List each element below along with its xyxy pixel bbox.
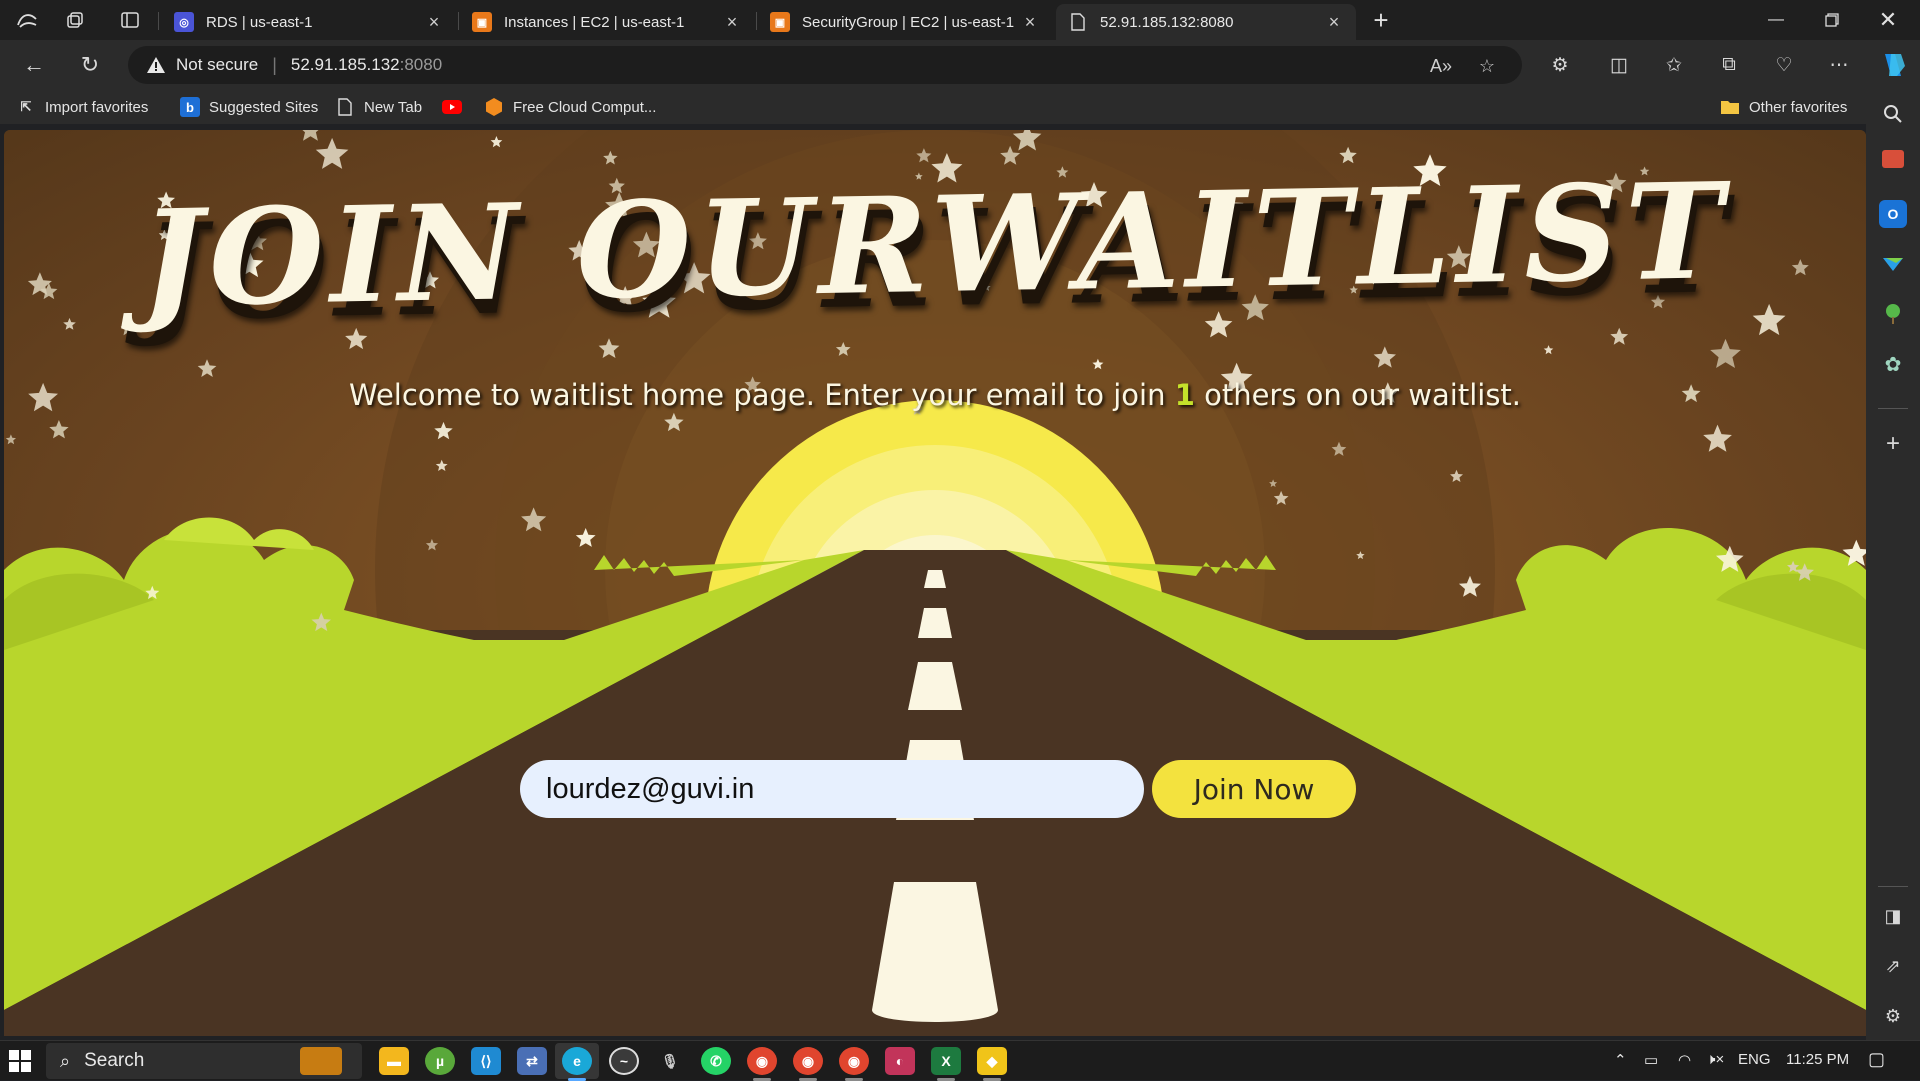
minimize-button[interactable]: —: [1748, 0, 1804, 40]
external-link-icon[interactable]: ⇗: [1879, 952, 1907, 980]
chrome-icon[interactable]: ◉: [747, 1047, 777, 1075]
close-icon[interactable]: ×: [722, 12, 742, 33]
favorite-new-tab[interactable]: New Tab: [335, 96, 422, 118]
collections-icon[interactable]: ⧉: [1714, 50, 1744, 80]
import-icon: ⇱: [20, 99, 32, 114]
close-icon[interactable]: ×: [1324, 12, 1344, 33]
workspaces-icon[interactable]: [62, 8, 88, 32]
new-tab-button[interactable]: +: [1366, 6, 1396, 36]
rds-icon: ◎: [174, 12, 194, 32]
favorite-import[interactable]: ⇱ Import favorites: [16, 96, 149, 118]
close-icon[interactable]: ×: [424, 12, 444, 33]
git-icon[interactable]: ◆: [977, 1047, 1007, 1075]
favorite-star-icon[interactable]: ☆: [1474, 55, 1500, 77]
split-screen-icon[interactable]: ◫: [1604, 50, 1634, 80]
excel-icon[interactable]: X: [931, 1047, 961, 1075]
aws-ec2-icon: ▣: [770, 12, 790, 32]
back-button[interactable]: ←: [18, 50, 50, 80]
page-icon: [335, 97, 355, 117]
email-input[interactable]: [520, 760, 1144, 818]
volume-muted-icon[interactable]: 🕨×: [1706, 1051, 1724, 1068]
battery-icon[interactable]: ▭: [1644, 1051, 1658, 1069]
waitlist-page: JOIN OURWAITLIST Welcome to waitlist hom…: [4, 130, 1866, 1036]
favorite-other-favorites[interactable]: Other favorites: [1720, 96, 1847, 118]
tab-ec2-instances[interactable]: ▣ Instances | EC2 | us-east-1 ×: [460, 4, 754, 40]
favorite-youtube[interactable]: [442, 96, 471, 118]
windows-start-icon[interactable]: [8, 1049, 34, 1073]
extensions-icon[interactable]: ⚙: [1545, 50, 1575, 80]
tab-title: 52.91.185.132:8080: [1100, 13, 1234, 31]
profile-icon[interactable]: [14, 8, 40, 32]
taskbar-search[interactable]: ⌕ Search: [46, 1043, 362, 1079]
clock[interactable]: 11:25 PM: [1786, 1051, 1849, 1068]
browser-title-bar: ◎ RDS | us-east-1 × ▣ Instances | EC2 | …: [0, 0, 1920, 40]
page-title: JOIN OURWAITLIST: [139, 154, 1731, 337]
bing-icon: b: [180, 97, 200, 117]
chrome-profile-icon[interactable]: ◉: [793, 1047, 823, 1075]
search-highlight-icon: [300, 1047, 342, 1075]
security-status[interactable]: Not secure: [176, 55, 258, 75]
tools-icon[interactable]: [1882, 150, 1904, 168]
warning-icon[interactable]: [146, 55, 166, 75]
utorrent-icon[interactable]: µ: [425, 1047, 455, 1075]
more-menu-icon[interactable]: ⋯: [1824, 50, 1854, 80]
tab-rds[interactable]: ◎ RDS | us-east-1 ×: [162, 4, 456, 40]
read-aloud-icon[interactable]: A»: [1428, 55, 1454, 77]
add-sidebar-app-icon[interactable]: +: [1879, 430, 1907, 458]
youtube-icon: [442, 97, 462, 117]
close-icon[interactable]: ×: [1020, 12, 1040, 33]
tab-waitlist-page[interactable]: 52.91.185.132:8080 ×: [1056, 4, 1356, 40]
tab-title: Instances | EC2 | us-east-1: [504, 13, 685, 31]
outlook-icon[interactable]: O: [1879, 200, 1907, 228]
settings-gear-icon[interactable]: ⚙: [1879, 1002, 1907, 1030]
restore-button[interactable]: [1804, 0, 1860, 40]
whatsapp-icon[interactable]: ✆: [701, 1047, 731, 1075]
join-now-button[interactable]: Join Now: [1152, 760, 1356, 818]
tab-title: RDS | us-east-1: [206, 13, 313, 31]
wifi-icon[interactable]: ◠: [1678, 1051, 1691, 1069]
favorites-icon[interactable]: ✩: [1659, 50, 1689, 80]
chevron-up-icon[interactable]: ⌃: [1614, 1051, 1627, 1069]
favorite-free-cloud[interactable]: Free Cloud Comput...: [484, 96, 656, 118]
search-icon[interactable]: [1879, 100, 1907, 128]
aws-ec2-icon: ▣: [472, 12, 492, 32]
notifications-icon[interactable]: ▢: [1868, 1049, 1885, 1070]
page-icon: [1068, 12, 1088, 32]
folder-icon: [1720, 97, 1740, 117]
hide-sidebar-icon[interactable]: ◨: [1879, 902, 1907, 930]
chatgpt-icon[interactable]: ✿: [1879, 350, 1907, 378]
mysql-workbench-icon[interactable]: ◐: [885, 1047, 915, 1075]
copilot-icon[interactable]: [1878, 50, 1908, 80]
edge-icon[interactable]: e: [562, 1047, 592, 1075]
remote-desktop-icon[interactable]: ⇄: [517, 1047, 547, 1075]
favorites-bar: ⇱ Import favorites b Suggested Sites New…: [0, 90, 1866, 124]
tab-security-group[interactable]: ▣ SecurityGroup | EC2 | us-east-1 ×: [758, 4, 1052, 40]
edge-sidebar: O ✿ + ◨ ⇗ ⚙: [1866, 90, 1920, 1040]
vscode-icon[interactable]: ⟨⟩: [471, 1047, 501, 1075]
address-bar[interactable]: Not secure | 52.91.185.132:8080 A» ☆: [128, 46, 1522, 84]
browser-essentials-icon[interactable]: ♡: [1769, 50, 1799, 80]
games-icon[interactable]: [1879, 300, 1907, 328]
microphone-icon[interactable]: 🎙: [655, 1047, 685, 1075]
drop-icon[interactable]: [1879, 250, 1907, 278]
language-indicator[interactable]: ENG: [1738, 1051, 1771, 1068]
tab-actions-icon[interactable]: [117, 8, 143, 32]
favorite-suggested-sites[interactable]: b Suggested Sites: [180, 96, 318, 118]
waitlist-count: 1: [1174, 378, 1195, 412]
chrome-profile-icon[interactable]: ◉: [839, 1047, 869, 1075]
messenger-icon[interactable]: ~: [609, 1047, 639, 1075]
refresh-button[interactable]: ↻: [74, 50, 106, 80]
windows-taskbar: ⌕ Search ▬ µ ⟨⟩ ⇄ e ~ 🎙 ✆ ◉ ◉ ◉ ◐ X ◆ ⌃ …: [0, 1040, 1920, 1081]
url-host: 52.91.185.132: [290, 55, 400, 74]
search-icon: ⌕: [60, 1050, 71, 1071]
cloud-icon: [484, 97, 504, 117]
url-port: :8080: [399, 55, 443, 74]
tab-title: SecurityGroup | EC2 | us-east-1: [802, 13, 1015, 31]
file-explorer-icon[interactable]: ▬: [379, 1047, 409, 1075]
page-subtitle: Welcome to waitlist home page. Enter you…: [348, 378, 1522, 412]
address-bar-row: ← ↻ Not secure | 52.91.185.132:8080 A» ☆…: [0, 40, 1920, 90]
close-window-button[interactable]: ✕: [1860, 0, 1916, 40]
